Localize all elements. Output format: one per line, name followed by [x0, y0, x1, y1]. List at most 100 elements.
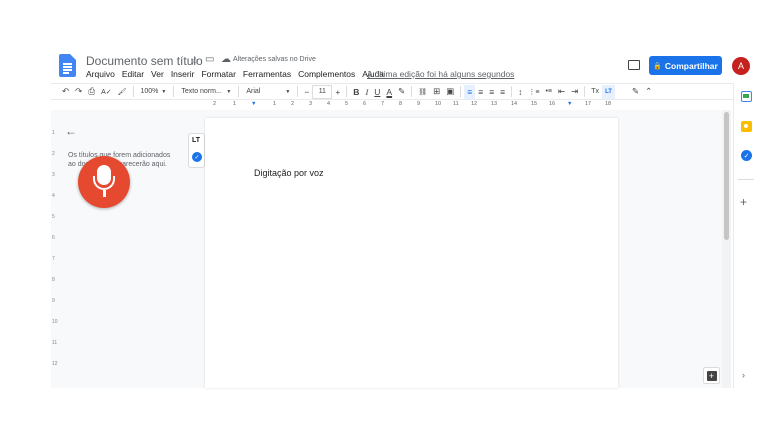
menu-arquivo[interactable]: Arquivo [86, 69, 115, 79]
check-icon[interactable]: ✓ [192, 152, 202, 162]
increase-indent-icon[interactable]: ⇥ [568, 85, 581, 99]
paint-format-icon[interactable]: 🖌 [115, 85, 130, 99]
ruler-tick: 9 [417, 101, 421, 107]
ruler-tick: 4 [52, 193, 55, 199]
menu-complementos[interactable]: Complementos [298, 69, 355, 79]
document-page[interactable] [205, 118, 618, 388]
menu-bar: Arquivo Editar Ver Inserir Formatar Ferr… [86, 69, 384, 79]
format-options-icon[interactable]: LT [602, 84, 615, 99]
toolbar-divider [346, 86, 348, 97]
ruler-tick: 9 [52, 298, 55, 304]
ruler-tick: 16 [549, 101, 556, 107]
get-addons-icon[interactable]: + [740, 195, 747, 209]
ruler-tick: 4 [327, 101, 331, 107]
clear-formatting-icon[interactable]: Tx [588, 85, 602, 99]
print-icon[interactable]: ⎙ [85, 85, 98, 99]
redo-icon[interactable]: ↷ [72, 85, 85, 99]
share-button[interactable]: 🔒 Compartilhar [649, 56, 722, 75]
font-value: Arial [246, 88, 261, 95]
numbered-list-icon[interactable]: ⋮≡ [525, 85, 542, 99]
style-value: Texto norm... [181, 88, 222, 95]
share-label: Compartilhar [664, 60, 718, 71]
ruler-tick: 8 [399, 101, 403, 107]
menu-ferramentas[interactable]: Ferramentas [243, 69, 291, 79]
ruler-tick: 10 [52, 319, 58, 325]
increase-size-button[interactable]: + [332, 85, 343, 99]
link-icon[interactable]: ⛓ [415, 85, 430, 99]
highlight-icon[interactable]: ✎ [395, 85, 408, 99]
toolbar-divider [297, 86, 299, 97]
font-size-input[interactable]: 11 [312, 84, 333, 99]
toolbar-divider [132, 86, 134, 97]
explore-button[interactable]: + [703, 367, 720, 384]
docs-logo-icon[interactable] [59, 54, 76, 77]
expand-panel-icon[interactable]: › [742, 370, 745, 380]
ruler-tick: 10 [435, 101, 442, 107]
ruler-tick: 3 [309, 101, 313, 107]
zoom-value: 100% [140, 88, 159, 95]
horizontal-ruler[interactable]: 2 1 ▼ 1 2 3 4 5 6 7 8 9 10 11 12 13 14 1… [205, 101, 618, 110]
calendar-icon[interactable] [741, 91, 752, 102]
ruler-tick: 2 [291, 101, 295, 107]
docs-window: Documento sem título ☆ ▭ ☁ Alterações sa… [0, 0, 782, 440]
decrease-size-button[interactable]: − [301, 85, 312, 99]
vertical-ruler[interactable]: 1 2 3 4 5 6 7 8 9 10 11 12 [51, 110, 59, 388]
align-center-icon[interactable]: ≡ [475, 85, 486, 99]
chevron-down-icon: ▼ [161, 88, 167, 95]
zoom-select[interactable]: 100% ▼ [137, 85, 171, 99]
save-status: Alterações salvas no Drive [233, 56, 316, 63]
toolbar-divider [173, 86, 175, 97]
explore-icon: + [706, 370, 717, 381]
add-comment-icon[interactable]: ⊞ [430, 85, 443, 99]
tasks-icon[interactable]: ✓ [741, 150, 752, 161]
ruler-tick: 1 [233, 101, 237, 107]
account-avatar[interactable]: A [732, 57, 750, 75]
ruler-tick: 5 [52, 214, 55, 220]
indent-marker-icon[interactable]: ▼ [251, 101, 256, 107]
ruler-tick: 2 [213, 101, 217, 107]
italic-button[interactable]: I [362, 85, 371, 99]
underline-button[interactable]: U [371, 85, 383, 99]
keep-icon[interactable] [741, 121, 752, 132]
bold-button[interactable]: B [350, 85, 362, 99]
insert-image-icon[interactable]: ▣ [443, 85, 457, 99]
voice-typing-microphone-icon[interactable] [78, 156, 130, 208]
ruler-tick: 11 [453, 101, 459, 107]
lock-icon: 🔒 [653, 62, 662, 70]
comment-history-icon[interactable] [628, 60, 640, 70]
align-left-icon[interactable]: ≡ [464, 84, 476, 99]
font-select[interactable]: Arial ▼ [242, 85, 294, 99]
toolbar-divider [584, 86, 586, 97]
decrease-indent-icon[interactable]: ⇤ [555, 85, 568, 99]
star-icon[interactable]: ☆ [190, 54, 200, 67]
ruler-tick: 1 [52, 130, 55, 136]
format-text-icon[interactable]: LT [192, 137, 200, 144]
line-spacing-icon[interactable]: ↕ [515, 85, 525, 99]
move-folder-icon[interactable]: ▭ [205, 54, 214, 65]
undo-icon[interactable]: ↶ [59, 85, 72, 99]
last-edit-link[interactable]: A última edição foi há alguns segundos [367, 69, 514, 79]
document-title[interactable]: Documento sem título [86, 54, 203, 68]
menu-inserir[interactable]: Inserir [171, 69, 195, 79]
chevron-down-icon: ▼ [285, 88, 291, 95]
align-right-icon[interactable]: ≡ [486, 85, 497, 99]
bulleted-list-icon[interactable]: •≡ [542, 85, 555, 99]
document-body-text[interactable]: Digitação por voz [254, 168, 324, 178]
toolbar-divider [238, 86, 240, 97]
menu-formatar[interactable]: Formatar [201, 69, 235, 79]
editing-mode-icon[interactable]: ✎ [629, 85, 642, 99]
scrollbar-thumb[interactable] [724, 112, 729, 240]
ruler-tick: 13 [491, 101, 498, 107]
style-select[interactable]: Texto norm... ▼ [177, 85, 235, 99]
right-indent-marker-icon[interactable]: ▼ [567, 101, 572, 107]
justify-icon[interactable]: ≡ [497, 85, 508, 99]
menu-ver[interactable]: Ver [151, 69, 164, 79]
text-color-button[interactable]: A [383, 85, 395, 99]
ruler-tick: 1 [273, 101, 277, 107]
ruler-tick: 17 [585, 101, 592, 107]
menu-editar[interactable]: Editar [122, 69, 144, 79]
spellcheck-icon[interactable]: A✓ [98, 85, 115, 99]
outline-back-icon[interactable]: ← [65, 124, 77, 138]
ruler-tick: 15 [531, 101, 538, 107]
collapse-menus-icon[interactable]: ⌃ [642, 85, 655, 99]
